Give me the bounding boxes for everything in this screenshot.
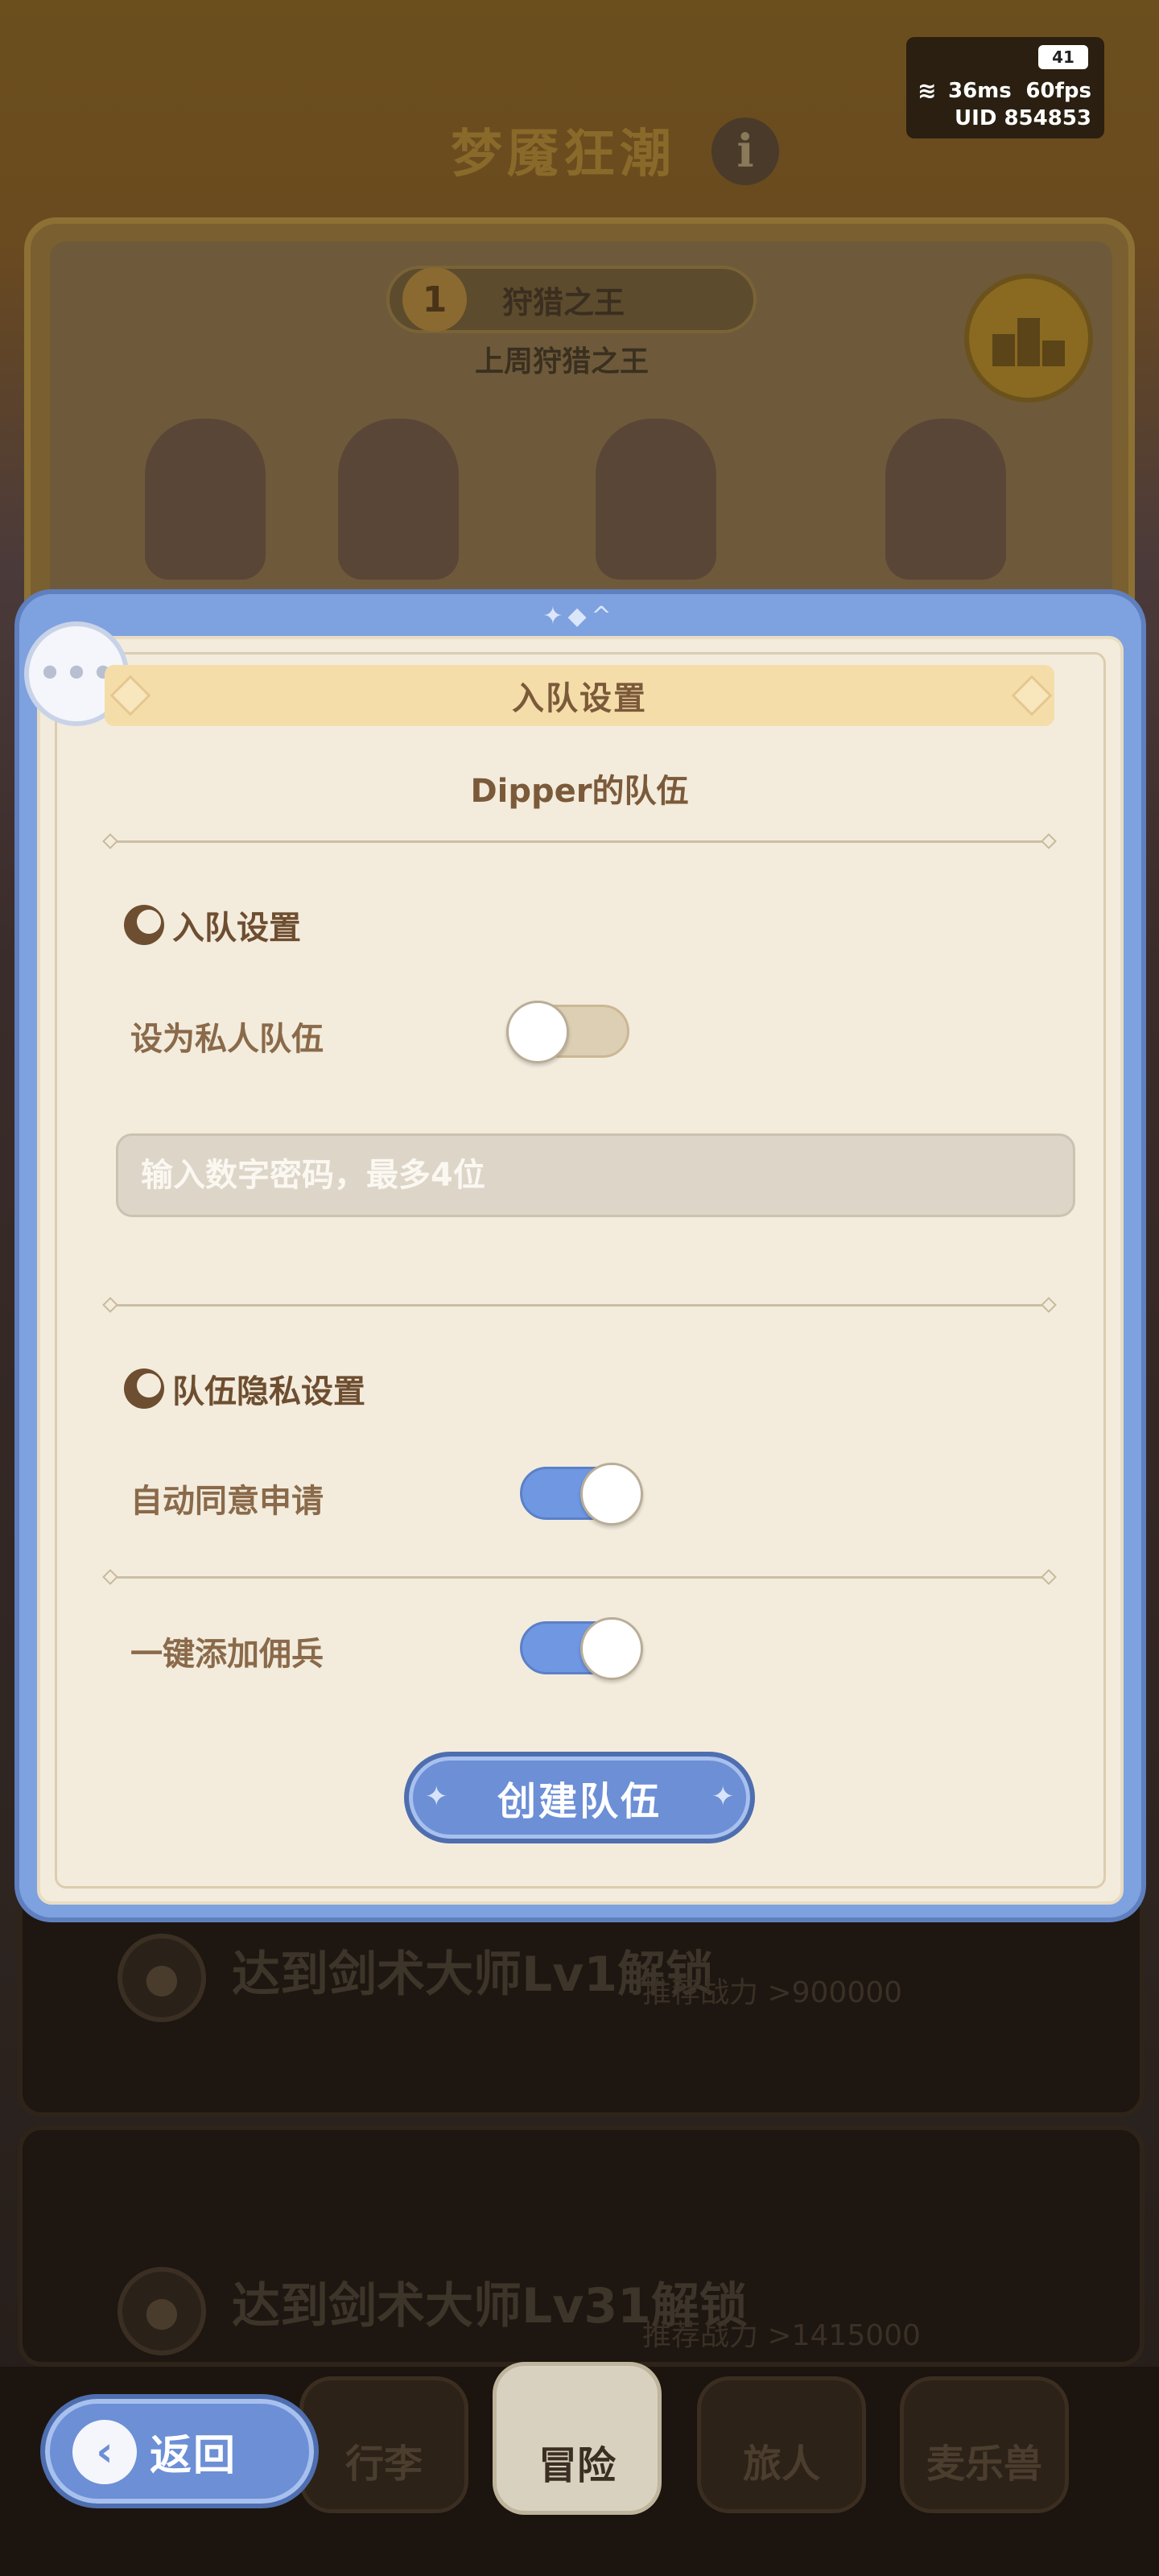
back-arrow-icon: ‹ xyxy=(72,2420,137,2484)
private-team-toggle[interactable] xyxy=(506,1001,629,1063)
section-title-text: 入队设置 xyxy=(172,910,301,947)
dialog-title: 入队设置 xyxy=(105,665,1054,726)
moon-icon xyxy=(124,905,164,945)
auto-accept-label: 自动同意申请 xyxy=(130,1483,324,1520)
join-settings-section-title: 入队设置 xyxy=(124,902,301,948)
divider xyxy=(109,840,1050,843)
add-mercenary-toggle[interactable] xyxy=(520,1617,643,1680)
user-id: UID 854853 xyxy=(955,106,1091,130)
rank-number-badge: 1 xyxy=(402,267,467,332)
info-icon: i xyxy=(711,118,779,185)
dialog-inner-border xyxy=(55,652,1106,1889)
password-input[interactable] xyxy=(116,1133,1075,1217)
tab-luggage[interactable]: 行李 xyxy=(299,2376,468,2513)
divider xyxy=(109,1576,1050,1579)
fps-value: 60fps xyxy=(1025,79,1091,103)
locked-stage-row: ● 达到剑术大师Lv31解锁 推荐战力 >1415000 xyxy=(18,2125,1145,2367)
add-mercenary-label: 一键添加佣兵 xyxy=(130,1636,324,1673)
recommended-power: 推荐战力 >900000 xyxy=(642,1976,903,2009)
toggle-knob xyxy=(580,1617,643,1680)
sparkle-icon: ✦ xyxy=(425,1781,448,1813)
dialog-top-ornament: ✦◆^ xyxy=(542,602,617,630)
sparkle-icon: ✦ xyxy=(711,1781,735,1813)
tab-pets[interactable]: 麦乐兽 xyxy=(900,2376,1069,2513)
team-name: Dipper的队伍 xyxy=(470,773,689,810)
character-avatar xyxy=(885,419,1006,580)
tab-travelers[interactable]: 旅人 xyxy=(697,2376,866,2513)
podium-icon xyxy=(964,274,1093,402)
wifi-icon: ≋ xyxy=(918,77,937,104)
event-title: 梦魇狂潮 xyxy=(451,125,676,184)
toggle-knob xyxy=(580,1463,643,1525)
private-team-label: 设为私人队伍 xyxy=(130,1021,324,1058)
toggle-knob xyxy=(506,1001,569,1063)
lock-icon: ● xyxy=(118,2267,206,2355)
auto-accept-toggle[interactable] xyxy=(520,1463,643,1525)
character-avatar xyxy=(145,419,266,580)
character-avatar xyxy=(338,419,459,580)
battery-icon: 41 xyxy=(1038,45,1088,69)
rank-title: 狩猎之王 xyxy=(502,284,625,320)
rank-subtitle: 上周狩猎之王 xyxy=(475,345,650,378)
lock-icon: ● xyxy=(118,1934,206,2022)
create-team-button[interactable]: 创建队伍 xyxy=(404,1752,755,1843)
podium-icon-svg xyxy=(992,318,1065,366)
tab-adventure[interactable]: 冒险 xyxy=(493,2362,662,2515)
ping-value: 36ms xyxy=(948,79,1012,103)
recommended-power: 推荐战力 >1415000 xyxy=(642,2319,921,2352)
section-title-text: 队伍隐私设置 xyxy=(172,1373,365,1410)
status-hud: 41 ≋ 36ms 60fps UID 854853 xyxy=(906,37,1104,138)
character-avatar xyxy=(596,419,716,580)
privacy-settings-section-title: 队伍隐私设置 xyxy=(124,1365,365,1412)
moon-icon xyxy=(124,1368,164,1409)
divider xyxy=(109,1304,1050,1307)
